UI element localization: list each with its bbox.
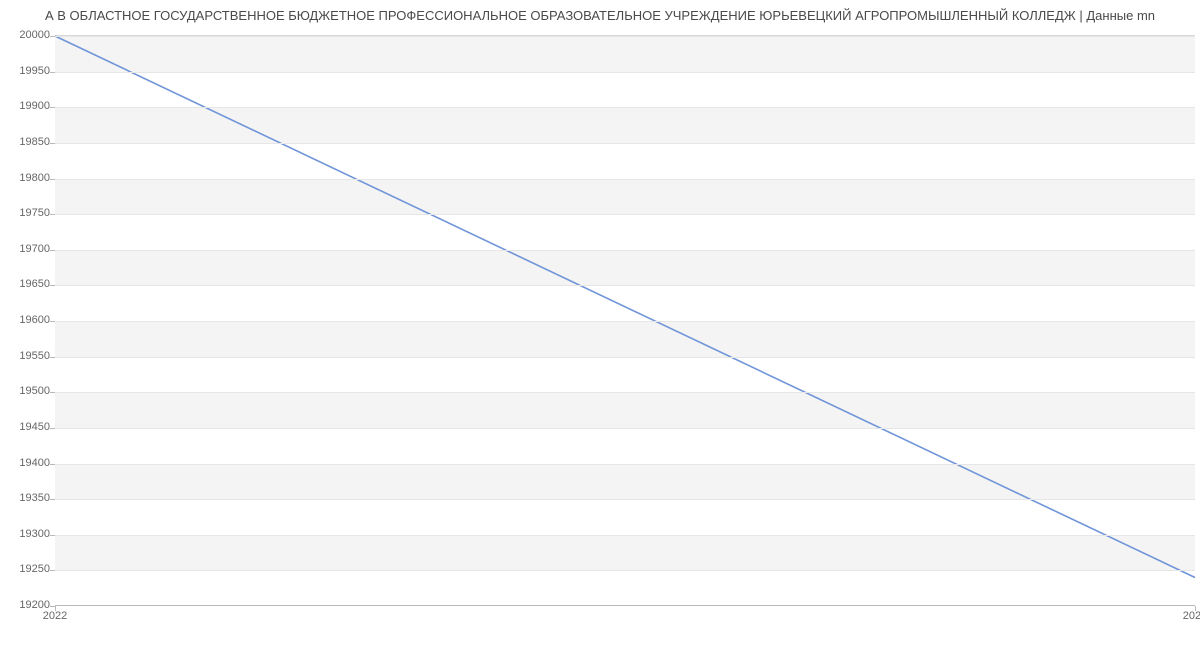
y-tick (50, 321, 55, 322)
y-grid-line (55, 179, 1195, 180)
y-tick-label: 19650 (5, 278, 50, 290)
y-tick (50, 392, 55, 393)
y-grid-line (55, 285, 1195, 286)
y-grid-line (55, 214, 1195, 215)
chart-container: А В ОБЛАСТНОЕ ГОСУДАРСТВЕННОЕ БЮДЖЕТНОЕ … (0, 0, 1200, 650)
y-tick (50, 36, 55, 37)
y-tick (50, 250, 55, 251)
y-grid-line (55, 250, 1195, 251)
y-grid-line (55, 72, 1195, 73)
y-tick-label: 19600 (5, 314, 50, 326)
y-grid-line (55, 357, 1195, 358)
y-grid-line (55, 570, 1195, 571)
y-tick-label: 19300 (5, 528, 50, 540)
y-tick-label: 19250 (5, 563, 50, 575)
x-tick-label: 2024 (1183, 610, 1200, 622)
y-tick (50, 285, 55, 286)
x-tick-label: 2022 (43, 610, 67, 622)
y-tick-label: 19750 (5, 207, 50, 219)
y-grid-line (55, 464, 1195, 465)
y-tick (50, 428, 55, 429)
y-grid-line (55, 428, 1195, 429)
y-tick (50, 357, 55, 358)
y-tick-label: 19400 (5, 457, 50, 469)
y-tick (50, 214, 55, 215)
y-tick-label: 19800 (5, 172, 50, 184)
y-tick-label: 19700 (5, 243, 50, 255)
y-tick-label: 19900 (5, 100, 50, 112)
y-grid-line (55, 36, 1195, 37)
y-tick (50, 179, 55, 180)
y-tick (50, 72, 55, 73)
y-grid-line (55, 392, 1195, 393)
y-tick (50, 535, 55, 536)
plot-area (55, 35, 1195, 606)
chart-title: А В ОБЛАСТНОЕ ГОСУДАРСТВЕННОЕ БЮДЖЕТНОЕ … (0, 8, 1200, 23)
data-line (55, 36, 1195, 578)
y-tick (50, 107, 55, 108)
y-grid-line (55, 107, 1195, 108)
y-grid-line (55, 499, 1195, 500)
y-tick (50, 570, 55, 571)
y-grid-line (55, 321, 1195, 322)
y-tick-label: 19550 (5, 350, 50, 362)
y-grid-line (55, 143, 1195, 144)
y-tick (50, 464, 55, 465)
y-tick-label: 19950 (5, 65, 50, 77)
y-tick (50, 143, 55, 144)
y-tick-label: 19500 (5, 385, 50, 397)
y-tick-label: 19850 (5, 136, 50, 148)
y-tick-label: 19450 (5, 421, 50, 433)
y-tick (50, 499, 55, 500)
y-tick-label: 19350 (5, 492, 50, 504)
y-grid-line (55, 535, 1195, 536)
y-tick-label: 20000 (5, 29, 50, 41)
